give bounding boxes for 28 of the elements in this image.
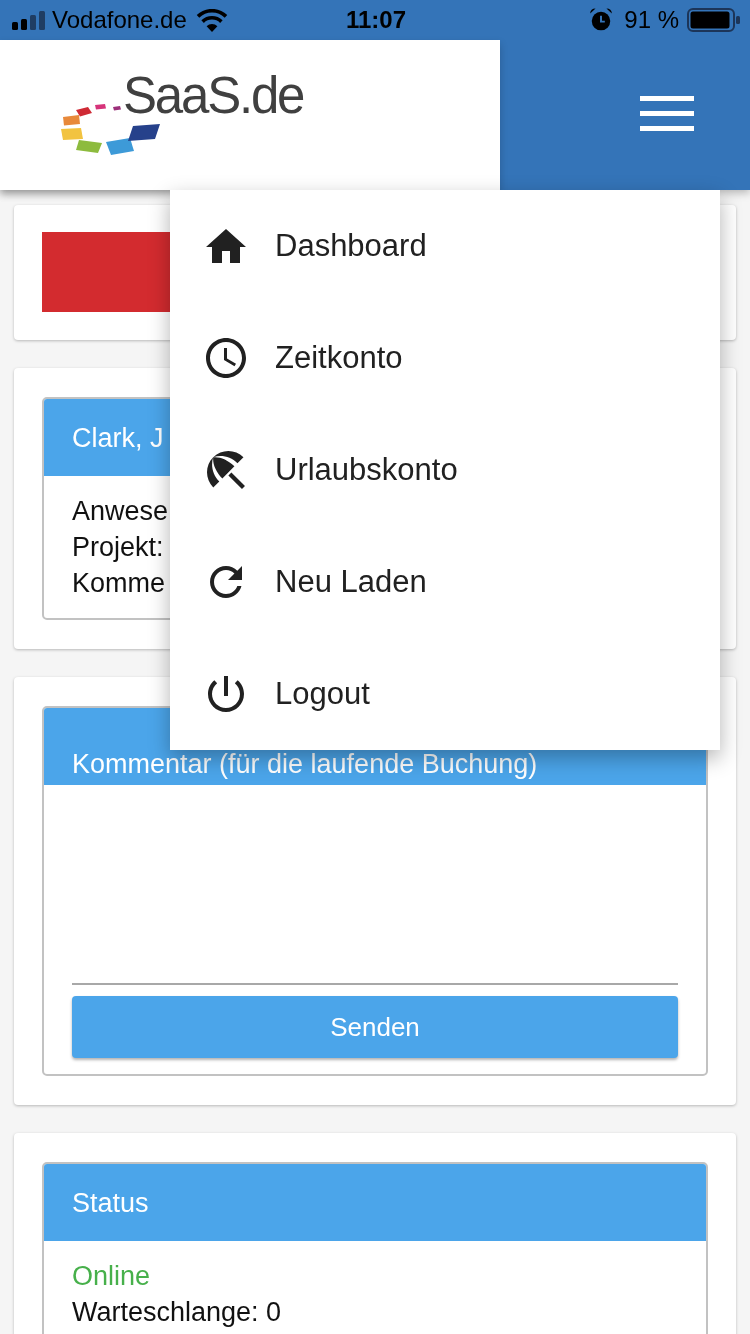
logo-wordmark: SaaS.de bbox=[123, 70, 304, 122]
battery-icon bbox=[687, 8, 740, 32]
carrier-name: Vodafone.de bbox=[52, 6, 187, 34]
umbrella-icon bbox=[207, 451, 245, 489]
employee-detail: Anwese bbox=[72, 495, 169, 528]
home-icon bbox=[206, 229, 246, 263]
employee-detail: Komme bbox=[72, 567, 166, 600]
menu-button[interactable] bbox=[640, 96, 694, 131]
reload-icon bbox=[210, 566, 242, 598]
connection-status: Online bbox=[72, 1260, 151, 1293]
menu-item[interactable]: Zeitkonto bbox=[170, 302, 720, 414]
menu-item[interactable]: Logout bbox=[170, 638, 720, 750]
menu-icon bbox=[640, 96, 694, 131]
menu-item[interactable]: Dashboard bbox=[170, 190, 720, 302]
battery-percent: 91 % bbox=[624, 6, 679, 34]
employee-name: Clark, J bbox=[72, 422, 164, 453]
comment-title: Kommentar (für die laufende Buchung) bbox=[72, 749, 538, 779]
clock-icon bbox=[206, 338, 246, 378]
alarm-icon bbox=[589, 8, 614, 32]
clock-time: 11:07 bbox=[345, 6, 407, 34]
menu-item[interactable]: Neu Laden bbox=[170, 526, 720, 638]
queue-count: Warteschlange: 0 bbox=[72, 1296, 282, 1329]
menu-item[interactable]: Urlaubskonto bbox=[170, 414, 720, 526]
power-icon bbox=[208, 676, 244, 712]
signal-icon bbox=[12, 10, 46, 30]
employee-detail: Projekt: bbox=[72, 531, 164, 564]
status-title: Status bbox=[72, 1187, 149, 1218]
wifi-icon bbox=[195, 8, 228, 32]
